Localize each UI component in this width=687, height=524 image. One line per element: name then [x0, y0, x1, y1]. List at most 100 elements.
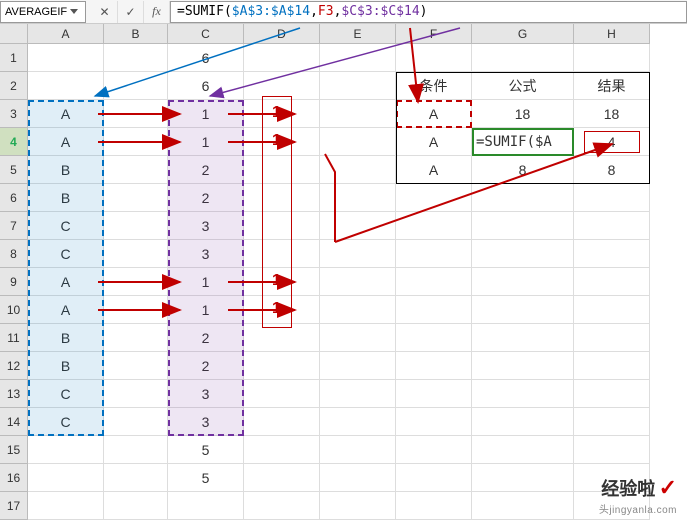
cell-G8[interactable]: [472, 240, 574, 268]
cell-H11[interactable]: [574, 324, 650, 352]
cell-A13[interactable]: C: [28, 380, 104, 408]
cell-F10[interactable]: [396, 296, 472, 324]
cell-D10[interactable]: [244, 296, 320, 324]
cell-C1[interactable]: 6: [168, 44, 244, 72]
cell-F4[interactable]: A: [396, 128, 472, 156]
cell-D15[interactable]: [244, 436, 320, 464]
cell-H9[interactable]: [574, 268, 650, 296]
cell-C10[interactable]: 1: [168, 296, 244, 324]
cell-D3[interactable]: [244, 100, 320, 128]
cell-G14[interactable]: [472, 408, 574, 436]
row-header-8[interactable]: 8: [0, 240, 28, 268]
cell-E14[interactable]: [320, 408, 396, 436]
row-header-4[interactable]: 4: [0, 128, 28, 156]
confirm-button[interactable]: ✓: [118, 1, 144, 23]
cell-A16[interactable]: [28, 464, 104, 492]
cell-G10[interactable]: [472, 296, 574, 324]
cell-A1[interactable]: [28, 44, 104, 72]
row-header-17[interactable]: 17: [0, 492, 28, 520]
cell-F3[interactable]: A: [396, 100, 472, 128]
cell-C4[interactable]: 1: [168, 128, 244, 156]
cell-B4[interactable]: [104, 128, 168, 156]
cell-C9[interactable]: 1: [168, 268, 244, 296]
cell-E15[interactable]: [320, 436, 396, 464]
cell-G9[interactable]: [472, 268, 574, 296]
cell-B8[interactable]: [104, 240, 168, 268]
cell-A10[interactable]: A: [28, 296, 104, 324]
cell-B15[interactable]: [104, 436, 168, 464]
cell-D6[interactable]: [244, 184, 320, 212]
cell-H15[interactable]: [574, 436, 650, 464]
cell-G2[interactable]: 公式: [472, 72, 574, 100]
formula-input[interactable]: =SUMIF($A$3:$A$14,F3,$C$3:$C$14): [170, 1, 687, 23]
cell-B17[interactable]: [104, 492, 168, 520]
row-header-7[interactable]: 7: [0, 212, 28, 240]
cell-D2[interactable]: [244, 72, 320, 100]
cell-B2[interactable]: [104, 72, 168, 100]
cell-D5[interactable]: [244, 156, 320, 184]
cell-C5[interactable]: 2: [168, 156, 244, 184]
cell-A11[interactable]: B: [28, 324, 104, 352]
cell-F2[interactable]: 条件: [396, 72, 472, 100]
cell-F1[interactable]: [396, 44, 472, 72]
cell-F14[interactable]: [396, 408, 472, 436]
cell-G13[interactable]: [472, 380, 574, 408]
cell-G5[interactable]: 8: [472, 156, 574, 184]
name-box[interactable]: AVERAGEIF: [0, 1, 86, 23]
cell-D17[interactable]: [244, 492, 320, 520]
cell-E9[interactable]: [320, 268, 396, 296]
cell-F6[interactable]: [396, 184, 472, 212]
cell-C16[interactable]: 5: [168, 464, 244, 492]
cell-E17[interactable]: [320, 492, 396, 520]
row-header-11[interactable]: 11: [0, 324, 28, 352]
cell-H2[interactable]: 结果: [574, 72, 650, 100]
cell-A4[interactable]: A: [28, 128, 104, 156]
cell-D12[interactable]: [244, 352, 320, 380]
row-header-15[interactable]: 15: [0, 436, 28, 464]
cell-F16[interactable]: [396, 464, 472, 492]
cell-E10[interactable]: [320, 296, 396, 324]
cell-H10[interactable]: [574, 296, 650, 324]
cell-H8[interactable]: [574, 240, 650, 268]
cell-H14[interactable]: [574, 408, 650, 436]
cell-E6[interactable]: [320, 184, 396, 212]
row-header-1[interactable]: 1: [0, 44, 28, 72]
row-header-9[interactable]: 9: [0, 268, 28, 296]
cell-B9[interactable]: [104, 268, 168, 296]
cell-C13[interactable]: 3: [168, 380, 244, 408]
col-header-A[interactable]: A: [28, 24, 104, 44]
cell-E1[interactable]: [320, 44, 396, 72]
cell-G15[interactable]: [472, 436, 574, 464]
cell-H1[interactable]: [574, 44, 650, 72]
cell-A5[interactable]: B: [28, 156, 104, 184]
cell-G11[interactable]: [472, 324, 574, 352]
cell-C15[interactable]: 5: [168, 436, 244, 464]
cell-E11[interactable]: [320, 324, 396, 352]
cell-B12[interactable]: [104, 352, 168, 380]
cell-A2[interactable]: [28, 72, 104, 100]
cell-C11[interactable]: 2: [168, 324, 244, 352]
cell-D9[interactable]: [244, 268, 320, 296]
cell-G1[interactable]: [472, 44, 574, 72]
select-all-corner[interactable]: [0, 24, 28, 44]
cell-H12[interactable]: [574, 352, 650, 380]
cell-G4[interactable]: =SUMIF($A: [472, 128, 574, 156]
cell-B10[interactable]: [104, 296, 168, 324]
cell-F7[interactable]: [396, 212, 472, 240]
cell-A6[interactable]: B: [28, 184, 104, 212]
cell-A15[interactable]: [28, 436, 104, 464]
cell-E16[interactable]: [320, 464, 396, 492]
cell-H4[interactable]: 4: [574, 128, 650, 156]
cell-F13[interactable]: [396, 380, 472, 408]
row-header-3[interactable]: 3: [0, 100, 28, 128]
cell-F15[interactable]: [396, 436, 472, 464]
cell-E5[interactable]: [320, 156, 396, 184]
cell-E13[interactable]: [320, 380, 396, 408]
cell-D16[interactable]: [244, 464, 320, 492]
cell-D11[interactable]: [244, 324, 320, 352]
cell-C2[interactable]: 6: [168, 72, 244, 100]
cell-B13[interactable]: [104, 380, 168, 408]
cell-D1[interactable]: [244, 44, 320, 72]
cell-A8[interactable]: C: [28, 240, 104, 268]
cell-B16[interactable]: [104, 464, 168, 492]
